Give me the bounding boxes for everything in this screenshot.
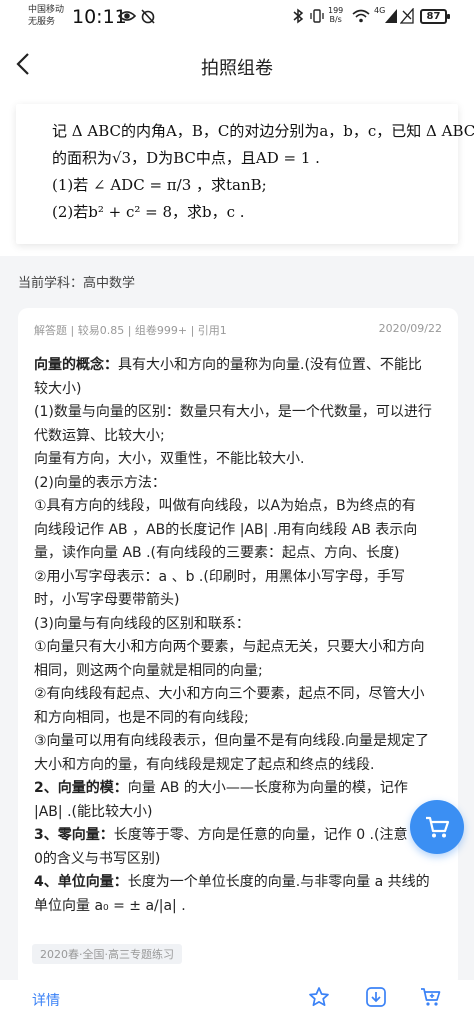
answer-line: ③向量可以用有向线段表示，但向量不是有向线段.向量是规定了 [34, 730, 442, 754]
answer-line-text: ①向量只有大小和方向两个要素，与起点无关，只要大小和方向 [34, 639, 425, 655]
carrier-name: 中国移动 [28, 5, 65, 15]
question-line: 记 Δ ABC的内角A，B，C的对边分别为a，b，c，已知 Δ ABC [52, 122, 474, 140]
answer-line-text: 代数运算、比较大小; [34, 427, 165, 444]
carrier-service: 无服务 [28, 17, 56, 27]
answer-line-text: ②用小写字母表示：a 、b .(印刷时，用黑体小写字母，手写 [34, 568, 405, 585]
add-to-cart-icon[interactable] [420, 986, 442, 1008]
question-line: 的面积为√3，D为BC中点，且AD = 1 . [52, 149, 320, 167]
photo-area: 记 Δ ABC的内角A，B，C的对边分别为a，b，c，已知 Δ ABC 的面积为… [0, 96, 474, 256]
answer-line-text: 向线段记作 AB ，AB的长度记作 |AB| .用有向线段 AB 表示向 [34, 521, 418, 538]
answer-line-text: 长度为一个单位长度的向量.与非零向量 a 共线的 [127, 874, 430, 890]
answer-line-text: (2)向量的表示方法： [34, 474, 166, 491]
answer-line-text: 具有大小和方向的量称为向量.(没有位置、不能比 [118, 357, 422, 373]
answer-line: (2)向量的表示方法： [34, 472, 442, 496]
answer-line-text: 和方向相同，也是不同的有向线段; [34, 709, 249, 726]
answer-line: 时，小写字母要带箭头) [34, 589, 442, 613]
answer-line-heading: 4、单位向量： [34, 874, 128, 890]
answer-line: 向量的概念：具有大小和方向的量称为向量.(没有位置、不能比 [34, 354, 442, 378]
answer-line-text: 向量 AB 的大小——长度称为向量的模，记作 [127, 780, 408, 796]
wifi-icon [352, 9, 370, 23]
answer-line-text: ①具有方向的线段，叫做有向线段，以A为始点，B为终点的有 [34, 498, 416, 514]
signal-off-icon [400, 8, 414, 24]
bottom-bar: 详情 [0, 980, 474, 1027]
answer-line-text: 单位向量 a₀ = ± a/|a| . [34, 897, 186, 914]
answer-line: 和方向相同，也是不同的有向线段; [34, 707, 442, 731]
cart-fab-button[interactable] [410, 800, 464, 854]
vibrate-icon [310, 9, 324, 23]
cart-icon [426, 816, 450, 838]
answer-line-text: (3)向量与有向线段的区别和联系： [34, 615, 250, 632]
question-date: 2020/09/22 [378, 322, 442, 335]
answer-line: ②用小写字母表示：a 、b .(印刷时，用黑体小写字母，手写 [34, 566, 442, 590]
network-speed: 199 B/s [328, 6, 343, 24]
answer-line: ②有向线段有起点、大小和方向三个要素，起点不同，尽管大小 [34, 683, 442, 707]
answer-line-text: 时，小写字母要带箭头) [34, 592, 180, 608]
bluetooth-icon [293, 8, 304, 24]
net-speed-value: 199 [328, 6, 344, 15]
battery-indicator: 87 [420, 9, 450, 24]
nav-bar: 拍照组卷 [0, 34, 474, 96]
answer-card[interactable]: 解答题 | 较易0.85 | 组卷999+ | 引用1 2020/09/22 向… [18, 308, 458, 988]
net-speed-unit: B/s [329, 15, 342, 24]
answer-line: 向线段记作 AB ，AB的长度记作 |AB| .用有向线段 AB 表示向 [34, 519, 442, 543]
answer-line: 较大小) [34, 378, 442, 402]
answer-line-text: 大小和方向的量，有向线段是规定了起点和终点的线段. [34, 756, 375, 773]
answer-line: 2、向量的模：向量 AB 的大小——长度称为向量的模，记作 [34, 777, 442, 801]
eye-icon [118, 11, 136, 21]
answer-line: ①向量只有大小和方向两个要素，与起点无关，只要大小和方向 [34, 636, 442, 660]
question-line: (1)若 ∠ ADC = π/3 ，求tanB; [52, 176, 267, 194]
answer-line-heading: 向量的概念： [34, 357, 118, 373]
answer-line: 向量有方向，大小，双重性，不能比较大小. [34, 448, 442, 472]
carrier-info: 中国移动 无服务 [28, 4, 64, 28]
source-tag[interactable]: 2020春·全国·高三专题练习 [32, 944, 182, 964]
answer-line-text: ③向量可以用有向线段表示，但向量不是有向线段.向量是规定了 [34, 733, 429, 749]
answer-line: 代数运算、比较大小; [34, 425, 442, 449]
question-line: (2)若b² + c² = 8，求b，c . [52, 203, 245, 221]
detail-button[interactable]: 详情 [32, 990, 60, 1010]
answer-line: 相同，则这两个向量就是相同的向量; [34, 660, 442, 684]
answer-line-text: 0的含义与书写区别) [34, 850, 161, 867]
question-meta: 解答题 | 较易0.85 | 组卷999+ | 引用1 [34, 324, 227, 337]
answer-line: (1)数量与向量的区别：数量只有大小，是一个代数量，可以进行 [34, 401, 442, 425]
answer-line-heading: 3、零向量： [34, 827, 114, 843]
answer-line: 大小和方向的量，有向线段是规定了起点和终点的线段. [34, 754, 442, 778]
answer-line: 0的含义与书写区别) [34, 848, 442, 872]
answer-line: ①具有方向的线段，叫做有向线段，以A为始点，B为终点的有 [34, 495, 442, 519]
answer-line-text: 相同，则这两个向量就是相同的向量; [34, 662, 263, 679]
signal-icon [385, 9, 397, 23]
answer-line: |AB| .(能比较大小) [34, 801, 442, 825]
answer-line-text: 较大小) [34, 380, 82, 397]
answer-line: 单位向量 a₀ = ± a/|a| . [34, 895, 442, 919]
current-subject: 当前学科：高中数学 [18, 276, 136, 291]
answer-line: 量，读作向量 AB .(有向线段的三要素：起点、方向、长度) [34, 542, 442, 566]
answer-line: 3、零向量：长度等于零、方向是任意的向量，记作 0 .(注意 [34, 824, 442, 848]
answer-line-text: (1)数量与向量的区别：数量只有大小，是一个代数量，可以进行 [34, 404, 432, 420]
download-icon[interactable] [365, 986, 387, 1008]
answer-line-text: 量，读作向量 AB .(有向线段的三要素：起点、方向、长度) [34, 545, 400, 561]
page-title: 拍照组卷 [201, 58, 273, 79]
answer-line-heading: 2、向量的模： [34, 780, 128, 796]
answer-line: 4、单位向量：长度为一个单位长度的向量.与非零向量 a 共线的 [34, 871, 442, 895]
question-card[interactable]: 记 Δ ABC的内角A，B，C的对边分别为a，b，c，已知 Δ ABC 的面积为… [16, 104, 474, 244]
status-bar: 中国移动 无服务 10:11 199 B/s 4G 87 [0, 0, 474, 34]
answer-line-text: 长度等于零、方向是任意的向量，记作 0 .(注意 [113, 827, 408, 843]
star-icon[interactable] [308, 986, 330, 1008]
answer-content: 向量的概念：具有大小和方向的量称为向量.(没有位置、不能比较大小) (1)数量与向… [34, 354, 442, 918]
alarm-off-icon [141, 9, 155, 24]
answer-line-text: ②有向线段有起点、大小和方向三个要素，起点不同，尽管大小 [34, 686, 425, 702]
answer-line-text: 向量有方向，大小，双重性，不能比较大小. [34, 451, 305, 467]
answer-line: (3)向量与有向线段的区别和联系： [34, 613, 442, 637]
answer-line-text: |AB| .(能比较大小) [34, 803, 153, 820]
